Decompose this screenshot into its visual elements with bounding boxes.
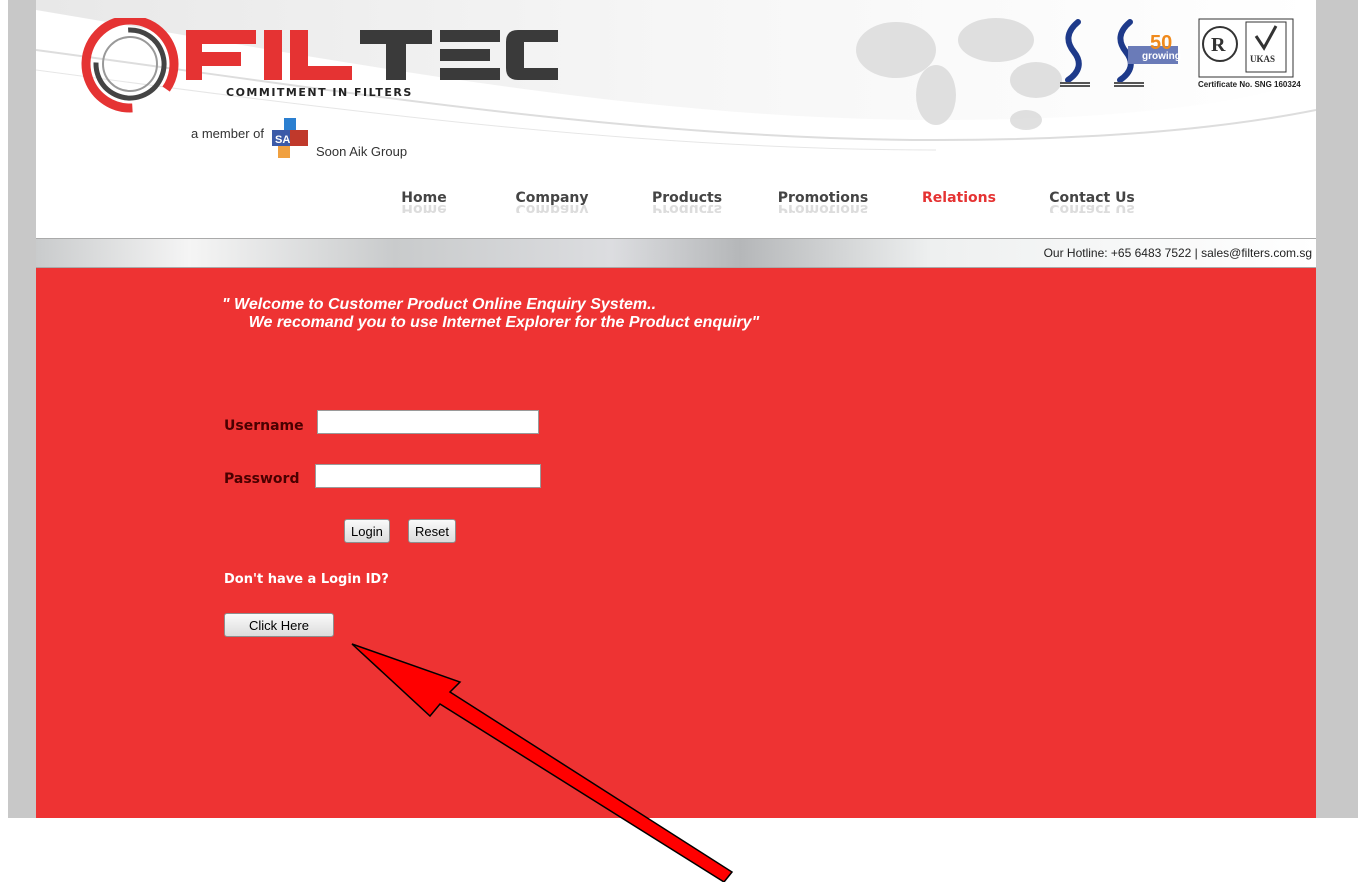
nav-promotions[interactable]: Promotions Promotions (774, 190, 872, 213)
nav-products[interactable]: Products Products (649, 190, 725, 213)
ukas-certification-icon: R UKAS (1198, 18, 1294, 78)
left-gutter (8, 0, 36, 818)
password-input[interactable] (315, 464, 541, 488)
no-login-id-text: Don't have a Login ID? (224, 572, 389, 587)
nav-home[interactable]: Home Home (394, 190, 454, 213)
hotline-text: Our Hotline: +65 6483 7522 | sales@filte… (1043, 246, 1312, 260)
nav-products-reflection: Products (651, 205, 723, 213)
main-nav: Home Home Company Company Products Products… (36, 186, 1316, 226)
member-prefix: a member of (191, 126, 264, 141)
nav-relations[interactable]: Relations (918, 190, 1000, 206)
nav-promotions-reflection: Promotions (777, 205, 869, 213)
arrow-shape (351, 643, 734, 882)
username-label: Username (224, 418, 304, 434)
growing-50-badge: 50 growing (1112, 18, 1181, 88)
nav-company[interactable]: Company Company (510, 190, 594, 213)
nav-company-reflection: Company (515, 205, 589, 213)
login-button[interactable]: Login (344, 519, 390, 543)
welcome-line-2: We recomand you to use Internet Explorer… (222, 314, 760, 331)
welcome-message: " Welcome to Customer Product Online Enq… (222, 296, 759, 332)
nav-contact-us-reflection: Contact Us (1049, 205, 1135, 213)
red-arrow-annotation-icon (351, 643, 734, 882)
nav-home-reflection: Home (401, 205, 447, 213)
sa-logo-text: SA (275, 134, 290, 146)
badge-growing: growing (1142, 51, 1181, 62)
welcome-line-1: " Welcome to Customer Product Online Enq… (222, 296, 657, 313)
header: COMMITMENT IN FILTERS a member of SA Soo… (36, 0, 1316, 238)
right-gutter (1316, 0, 1358, 818)
certificate-number: Certificate No. SNG 160324 (1198, 80, 1301, 89)
svg-text:UKAS: UKAS (1250, 54, 1275, 64)
spring-singapore-badge-icon (1060, 19, 1090, 87)
click-here-button[interactable]: Click Here (224, 613, 334, 637)
group-name: Soon Aik Group (316, 144, 408, 159)
password-label: Password (224, 471, 300, 487)
svg-text:R: R (1211, 34, 1226, 56)
brand-tagline: COMMITMENT IN FILTERS (226, 86, 413, 99)
nav-contact-us[interactable]: Contact Us Contact Us (1044, 190, 1140, 213)
username-input[interactable] (317, 410, 539, 434)
reset-button[interactable]: Reset (408, 519, 456, 543)
hotline-bar: Our Hotline: +65 6483 7522 | sales@filte… (36, 238, 1316, 268)
soon-aik-logo: SA (272, 118, 308, 158)
